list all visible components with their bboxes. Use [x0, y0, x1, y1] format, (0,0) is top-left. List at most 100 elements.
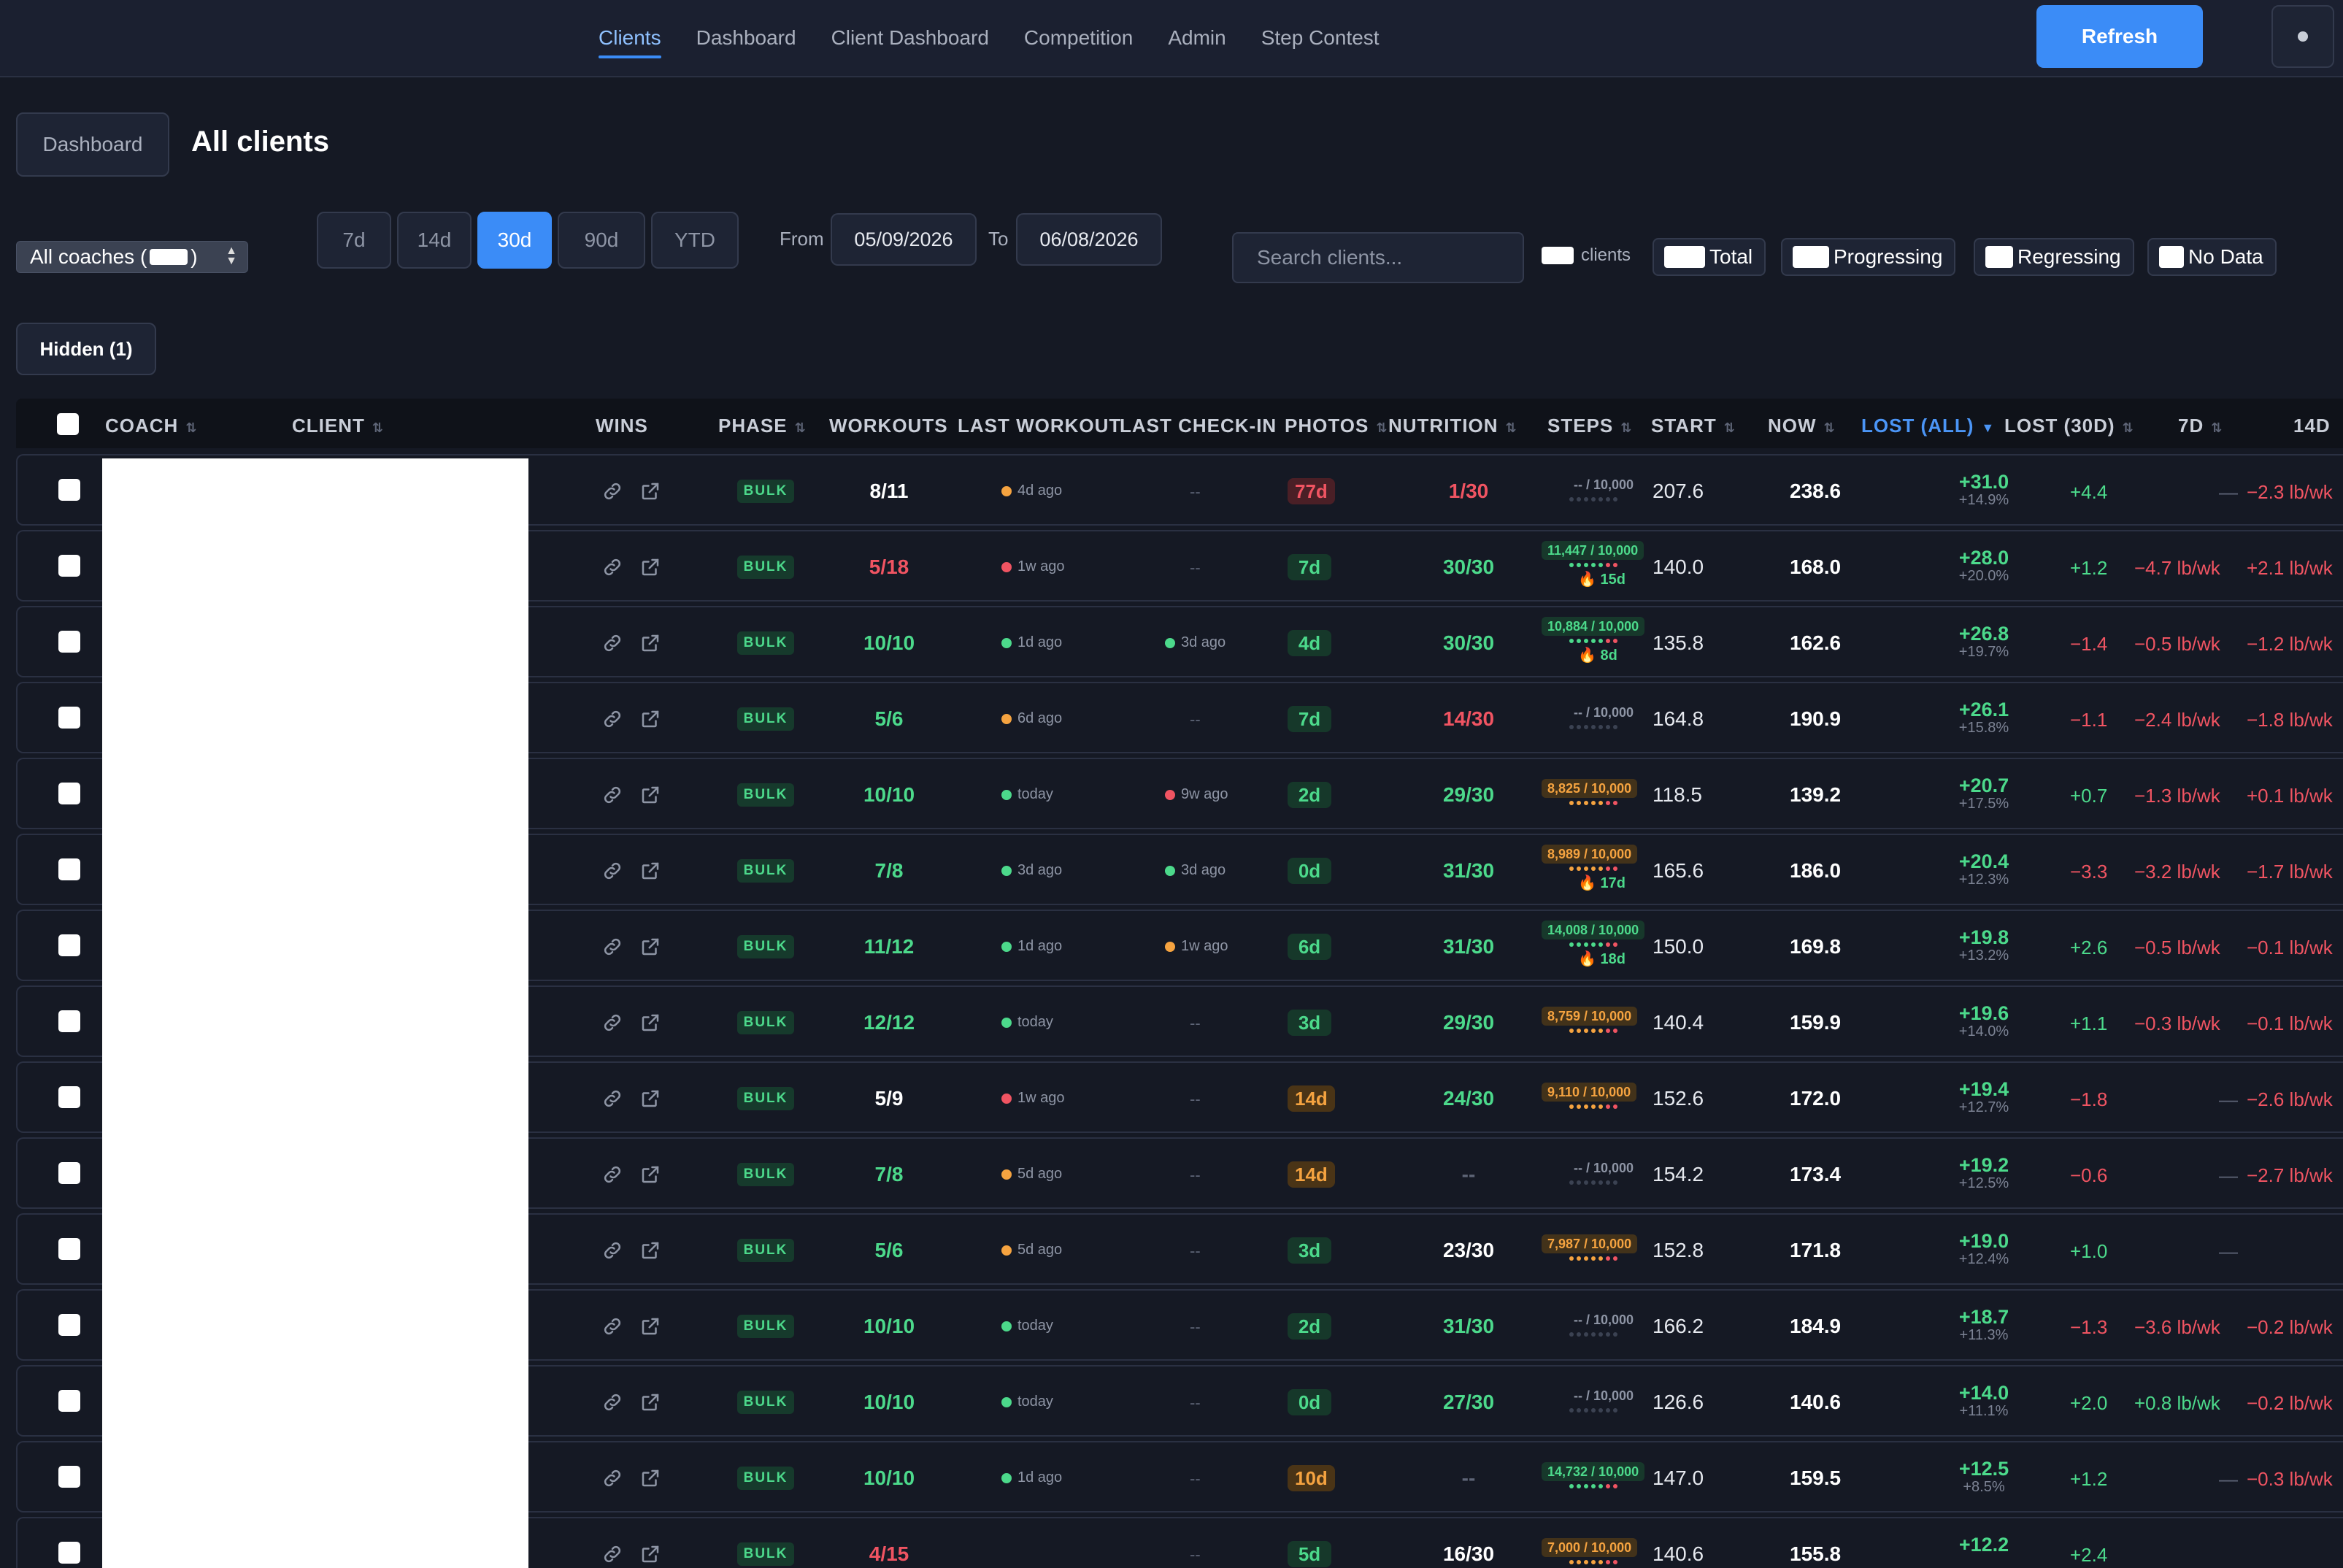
link-icon[interactable]	[601, 480, 623, 502]
link-icon[interactable]	[601, 1012, 623, 1034]
link-icon[interactable]	[601, 1467, 623, 1489]
filter-chip-regressing[interactable]: Regressing	[1974, 238, 2134, 276]
link-icon[interactable]	[601, 1543, 623, 1565]
external-link-icon[interactable]	[639, 1391, 661, 1413]
lost-all-value: +19.6 +14.0%	[1933, 1002, 2035, 1040]
row-checkbox[interactable]	[58, 479, 80, 501]
column-header-coach[interactable]: COACH ⇅	[105, 415, 197, 437]
link-icon[interactable]	[601, 1391, 623, 1413]
link-icon[interactable]	[601, 632, 623, 654]
nav-clients[interactable]: Clients	[599, 0, 661, 76]
external-link-icon[interactable]	[639, 1543, 661, 1565]
range-14d[interactable]: 14d	[397, 212, 472, 269]
last-workout: 6d ago	[1001, 710, 1062, 727]
external-link-icon[interactable]	[639, 860, 661, 882]
link-icon[interactable]	[601, 1164, 623, 1185]
row-checkbox[interactable]	[58, 1238, 80, 1260]
link-icon[interactable]	[601, 860, 623, 882]
row-checkbox[interactable]	[58, 783, 80, 804]
last-checkin: 1w ago	[1165, 938, 1228, 955]
nav-competition[interactable]: Competition	[1024, 0, 1133, 76]
select-all-checkbox[interactable]	[57, 413, 79, 435]
range-30d[interactable]: 30d	[477, 212, 552, 269]
range-90d[interactable]: 90d	[558, 212, 645, 269]
column-header-workouts[interactable]: WORKOUTS	[829, 415, 948, 437]
external-link-icon[interactable]	[639, 556, 661, 578]
column-header-phase[interactable]: PHASE ⇅	[718, 415, 807, 437]
external-link-icon[interactable]	[639, 936, 661, 958]
row-checkbox[interactable]	[58, 858, 80, 880]
row-checkbox[interactable]	[58, 555, 80, 577]
external-link-icon[interactable]	[639, 1088, 661, 1110]
link-icon[interactable]	[601, 556, 623, 578]
external-link-icon[interactable]	[639, 480, 661, 502]
user-menu-button[interactable]	[2271, 5, 2334, 68]
column-header-nutrition[interactable]: NUTRITION ⇅	[1388, 415, 1517, 437]
now-weight: 168.0	[1790, 556, 1842, 578]
column-header-d14[interactable]: 14D	[2293, 415, 2331, 437]
row-checkbox[interactable]	[58, 1390, 80, 1412]
row-checkbox[interactable]	[58, 631, 80, 653]
row-checkbox[interactable]	[58, 1162, 80, 1184]
dashboard-back-button[interactable]: Dashboard	[16, 112, 169, 177]
phase-badge: BULK	[737, 1163, 794, 1186]
external-link-icon[interactable]	[639, 784, 661, 806]
external-link-icon[interactable]	[639, 1240, 661, 1261]
row-checkbox[interactable]	[58, 1466, 80, 1488]
external-link-icon[interactable]	[639, 1467, 661, 1489]
nav-client-dashboard[interactable]: Client Dashboard	[831, 0, 989, 76]
link-icon[interactable]	[601, 1240, 623, 1261]
now-weight: 169.8	[1790, 935, 1842, 958]
start-weight: 135.8	[1653, 631, 1704, 654]
column-header-photos[interactable]: PHOTOS ⇅	[1285, 415, 1388, 437]
row-checkbox[interactable]	[58, 934, 80, 956]
column-header-last-checkin[interactable]: LAST CHECK-IN	[1120, 415, 1277, 437]
link-icon[interactable]	[601, 784, 623, 806]
photos-badge: 7d	[1288, 706, 1331, 732]
column-header-start[interactable]: START ⇅	[1651, 415, 1736, 437]
nav-dashboard[interactable]: Dashboard	[696, 0, 796, 76]
column-header-now[interactable]: NOW ⇅	[1768, 415, 1836, 437]
row-checkbox[interactable]	[58, 1086, 80, 1108]
filter-chip-total[interactable]: Total	[1653, 238, 1766, 276]
link-icon[interactable]	[601, 1315, 623, 1337]
search-clients-input[interactable]: Search clients...	[1232, 232, 1524, 283]
link-icon[interactable]	[601, 936, 623, 958]
nav-admin[interactable]: Admin	[1168, 0, 1226, 76]
column-header-steps[interactable]: STEPS ⇅	[1547, 415, 1632, 437]
coach-select[interactable]: All coaches ( ) ▲ ▼	[16, 241, 248, 273]
column-header-last-workout[interactable]: LAST WORKOUT	[958, 415, 1121, 437]
column-header-wins[interactable]: WINS	[596, 415, 648, 437]
range-ytd[interactable]: YTD	[651, 212, 739, 269]
filter-chip-progressing[interactable]: Progressing	[1781, 238, 1956, 276]
nav-step-contest[interactable]: Step Contest	[1261, 0, 1380, 76]
link-icon[interactable]	[601, 1088, 623, 1110]
column-header-lost-30d[interactable]: LOST (30D) ⇅	[2004, 415, 2134, 437]
column-header-lost-all[interactable]: LOST (ALL) ▼	[1861, 415, 1995, 437]
status-dot-icon	[1001, 1093, 1012, 1104]
external-link-icon[interactable]	[639, 1012, 661, 1034]
link-icon[interactable]	[601, 708, 623, 730]
row-checkbox[interactable]	[58, 1314, 80, 1336]
from-date-input[interactable]: 05/09/2026	[831, 213, 977, 266]
range-7d[interactable]: 7d	[317, 212, 391, 269]
lost-all-value: +18.7 +11.3%	[1933, 1306, 2035, 1344]
last-workout: today	[1001, 1014, 1053, 1031]
external-link-icon[interactable]	[639, 1315, 661, 1337]
hidden-clients-button[interactable]: Hidden (1)	[16, 323, 156, 375]
row-checkbox[interactable]	[58, 707, 80, 729]
external-link-icon[interactable]	[639, 632, 661, 654]
row-checkbox[interactable]	[58, 1010, 80, 1032]
column-header-d7[interactable]: 7D ⇅	[2178, 415, 2223, 437]
progress-dot	[1606, 942, 1610, 947]
column-header-client[interactable]: CLIENT ⇅	[292, 415, 384, 437]
to-date-input[interactable]: 06/08/2026	[1016, 213, 1162, 266]
filter-chip-no-data[interactable]: No Data	[2147, 238, 2277, 276]
row-checkbox[interactable]	[58, 1542, 80, 1564]
refresh-button[interactable]: Refresh	[2036, 5, 2203, 68]
external-link-icon[interactable]	[639, 1164, 661, 1185]
phase-badge: BULK	[737, 1087, 794, 1110]
progress-dot	[1613, 1408, 1617, 1413]
external-link-icon[interactable]	[639, 708, 661, 730]
chip-label: Regressing	[2017, 245, 2121, 268]
